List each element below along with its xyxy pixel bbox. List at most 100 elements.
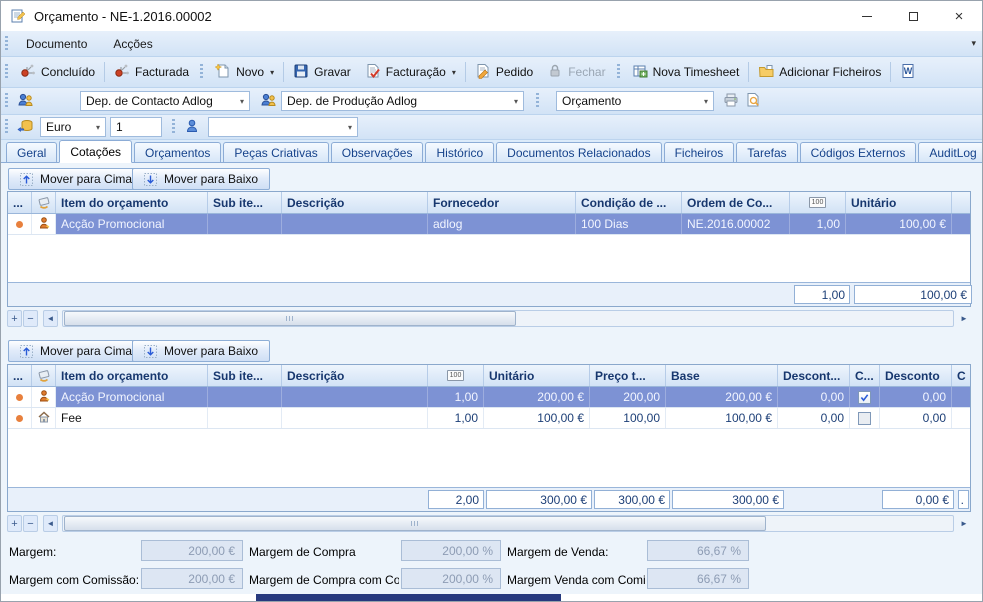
- invoice-check-icon: [365, 63, 381, 82]
- column-header-quantidade[interactable]: 100: [790, 192, 846, 213]
- tab-historico[interactable]: Histórico: [425, 142, 494, 162]
- column-header-indicator[interactable]: ...: [8, 192, 32, 213]
- table-row[interactable]: Fee 1,00 100,00 € 100,00 100,00 € 0,00 0…: [8, 408, 970, 429]
- tab-orcamentos[interactable]: Orçamentos: [134, 142, 221, 162]
- gravar-button[interactable]: Gravar: [286, 60, 358, 85]
- tab-tarefas[interactable]: Tarefas: [736, 142, 797, 162]
- chevron-down-icon: ▾: [452, 68, 456, 77]
- drag-grip[interactable]: [536, 93, 539, 109]
- column-header-item[interactable]: Item do orçamento: [56, 365, 208, 386]
- drag-grip[interactable]: [5, 119, 8, 135]
- maximize-button[interactable]: [890, 1, 936, 31]
- concluido-button[interactable]: Concluído: [13, 60, 102, 85]
- column-header-preco-total[interactable]: Preço t...: [590, 365, 666, 386]
- drag-grip[interactable]: [5, 36, 8, 52]
- delete-row-button[interactable]: −: [23, 310, 38, 327]
- drag-grip[interactable]: [200, 64, 203, 80]
- scrollbar-thumb[interactable]: [64, 516, 766, 531]
- contact-department-select[interactable]: Dep. de Contacto Adlog ▾: [80, 91, 250, 111]
- margem-venda-comissao-label: Margem Venda com Comissã: [507, 573, 646, 587]
- minimize-button[interactable]: [844, 1, 890, 31]
- contact-department-lookup-button[interactable]: [13, 90, 38, 113]
- margem-comissao-value: 200,00 €: [141, 568, 243, 589]
- column-header-descricao[interactable]: Descrição: [282, 192, 428, 213]
- tab-auditlog[interactable]: AuditLog: [918, 142, 983, 162]
- menu-bar: Documento Acções ▾: [1, 31, 982, 57]
- column-header-item[interactable]: Item do orçamento: [56, 192, 208, 213]
- chevron-down-icon: ▾: [700, 97, 708, 106]
- drag-grip[interactable]: [5, 93, 8, 109]
- tab-observacoes[interactable]: Observações: [331, 142, 424, 162]
- nova-timesheet-button[interactable]: Nova Timesheet: [625, 60, 747, 85]
- column-header-unitario[interactable]: Unitário: [846, 192, 952, 213]
- toolbar-overflow-icon[interactable]: ▾: [971, 38, 976, 49]
- menu-documento[interactable]: Documento: [13, 37, 100, 51]
- word-export-button[interactable]: W: [893, 60, 923, 85]
- production-department-lookup-button[interactable]: [256, 90, 281, 113]
- tab-codigos-externos[interactable]: Códigos Externos: [800, 142, 917, 162]
- scroll-left-button[interactable]: ◄: [43, 515, 58, 532]
- column-header-sub-item[interactable]: Sub ite...: [208, 365, 282, 386]
- tab-documentos-relacionados[interactable]: Documentos Relacionados: [496, 142, 661, 162]
- add-row-button[interactable]: +: [7, 515, 22, 532]
- column-header-desconto-perc[interactable]: Descont...: [778, 365, 850, 386]
- add-row-button[interactable]: +: [7, 310, 22, 327]
- responsible-lookup-button[interactable]: [180, 117, 204, 138]
- grid2-move-down-button[interactable]: Mover para Baixo: [132, 340, 270, 362]
- currency-select[interactable]: Euro ▾: [40, 117, 106, 137]
- scroll-right-button[interactable]: ►: [957, 310, 971, 327]
- footer-total-base: 300,00 €: [672, 490, 784, 509]
- cell-sub-item: [208, 214, 282, 234]
- facturacao-button[interactable]: Facturação ▾: [358, 60, 463, 85]
- column-header-descricao[interactable]: Descrição: [282, 365, 428, 386]
- table-row[interactable]: Acção Promocional adlog 100 Dias NE.2016…: [8, 214, 970, 235]
- column-header-comissao[interactable]: C...: [850, 365, 880, 386]
- checkbox-checked[interactable]: [858, 391, 871, 404]
- scroll-left-button[interactable]: ◄: [43, 310, 58, 327]
- column-header-fornecedor[interactable]: Fornecedor: [428, 192, 576, 213]
- grid2-move-up-button[interactable]: Mover para Cima: [8, 340, 144, 362]
- drag-grip[interactable]: [617, 64, 620, 80]
- scroll-right-button[interactable]: ►: [957, 515, 971, 532]
- production-department-select[interactable]: Dep. de Produção Adlog ▾: [281, 91, 524, 111]
- column-header-unitario[interactable]: Unitário: [484, 365, 590, 386]
- tab-pecas-criativas[interactable]: Peças Criativas: [223, 142, 328, 162]
- responsible-select[interactable]: ▾: [208, 117, 358, 137]
- column-header-ordem[interactable]: Ordem de Co...: [682, 192, 790, 213]
- grid1-move-up-button[interactable]: Mover para Cima: [8, 168, 144, 190]
- column-header-quantidade[interactable]: 100: [428, 365, 484, 386]
- drag-grip[interactable]: [5, 64, 8, 80]
- scrollbar-track[interactable]: [62, 515, 954, 532]
- print-preview-button[interactable]: [742, 90, 764, 113]
- scrollbar-thumb[interactable]: [64, 311, 516, 326]
- column-header-desconto[interactable]: Desconto: [880, 365, 952, 386]
- scrollbar-track[interactable]: [62, 310, 954, 327]
- column-header-item-type[interactable]: [32, 192, 56, 213]
- tab-ficheiros[interactable]: Ficheiros: [664, 142, 735, 162]
- close-button[interactable]: ×: [936, 1, 982, 31]
- drag-grip[interactable]: [172, 119, 175, 135]
- tab-cotacoes[interactable]: Cotações: [59, 140, 132, 163]
- column-header-condicao[interactable]: Condição de ...: [576, 192, 682, 213]
- adicionar-ficheiros-button[interactable]: Adicionar Ficheiros: [751, 60, 888, 85]
- column-header-sub-item[interactable]: Sub ite...: [208, 192, 282, 213]
- column-header-item-type[interactable]: [32, 365, 56, 386]
- column-header-base[interactable]: Base: [666, 365, 778, 386]
- delete-row-button[interactable]: −: [23, 515, 38, 532]
- print-button[interactable]: [720, 90, 742, 113]
- checkbox-unchecked[interactable]: [858, 412, 871, 425]
- tab-geral[interactable]: Geral: [6, 142, 57, 162]
- novo-button[interactable]: Novo ▾: [208, 60, 281, 85]
- pedido-button[interactable]: Pedido: [468, 60, 540, 85]
- cell-partial: [952, 408, 970, 428]
- column-header-indicator[interactable]: ...: [8, 365, 32, 386]
- document-type-select[interactable]: Orçamento ▾: [556, 91, 714, 111]
- table-row[interactable]: Acção Promocional 1,00 200,00 € 200,00 2…: [8, 387, 970, 408]
- currency-lookup-button[interactable]: [13, 117, 38, 138]
- exchange-rate-input[interactable]: 1: [110, 117, 162, 137]
- menu-accoes[interactable]: Acções: [100, 37, 165, 51]
- facturada-button[interactable]: Facturada: [107, 60, 196, 85]
- column-header-partial: C: [952, 365, 970, 386]
- cell-descricao: [282, 214, 428, 234]
- grid1-move-down-button[interactable]: Mover para Baixo: [132, 168, 270, 190]
